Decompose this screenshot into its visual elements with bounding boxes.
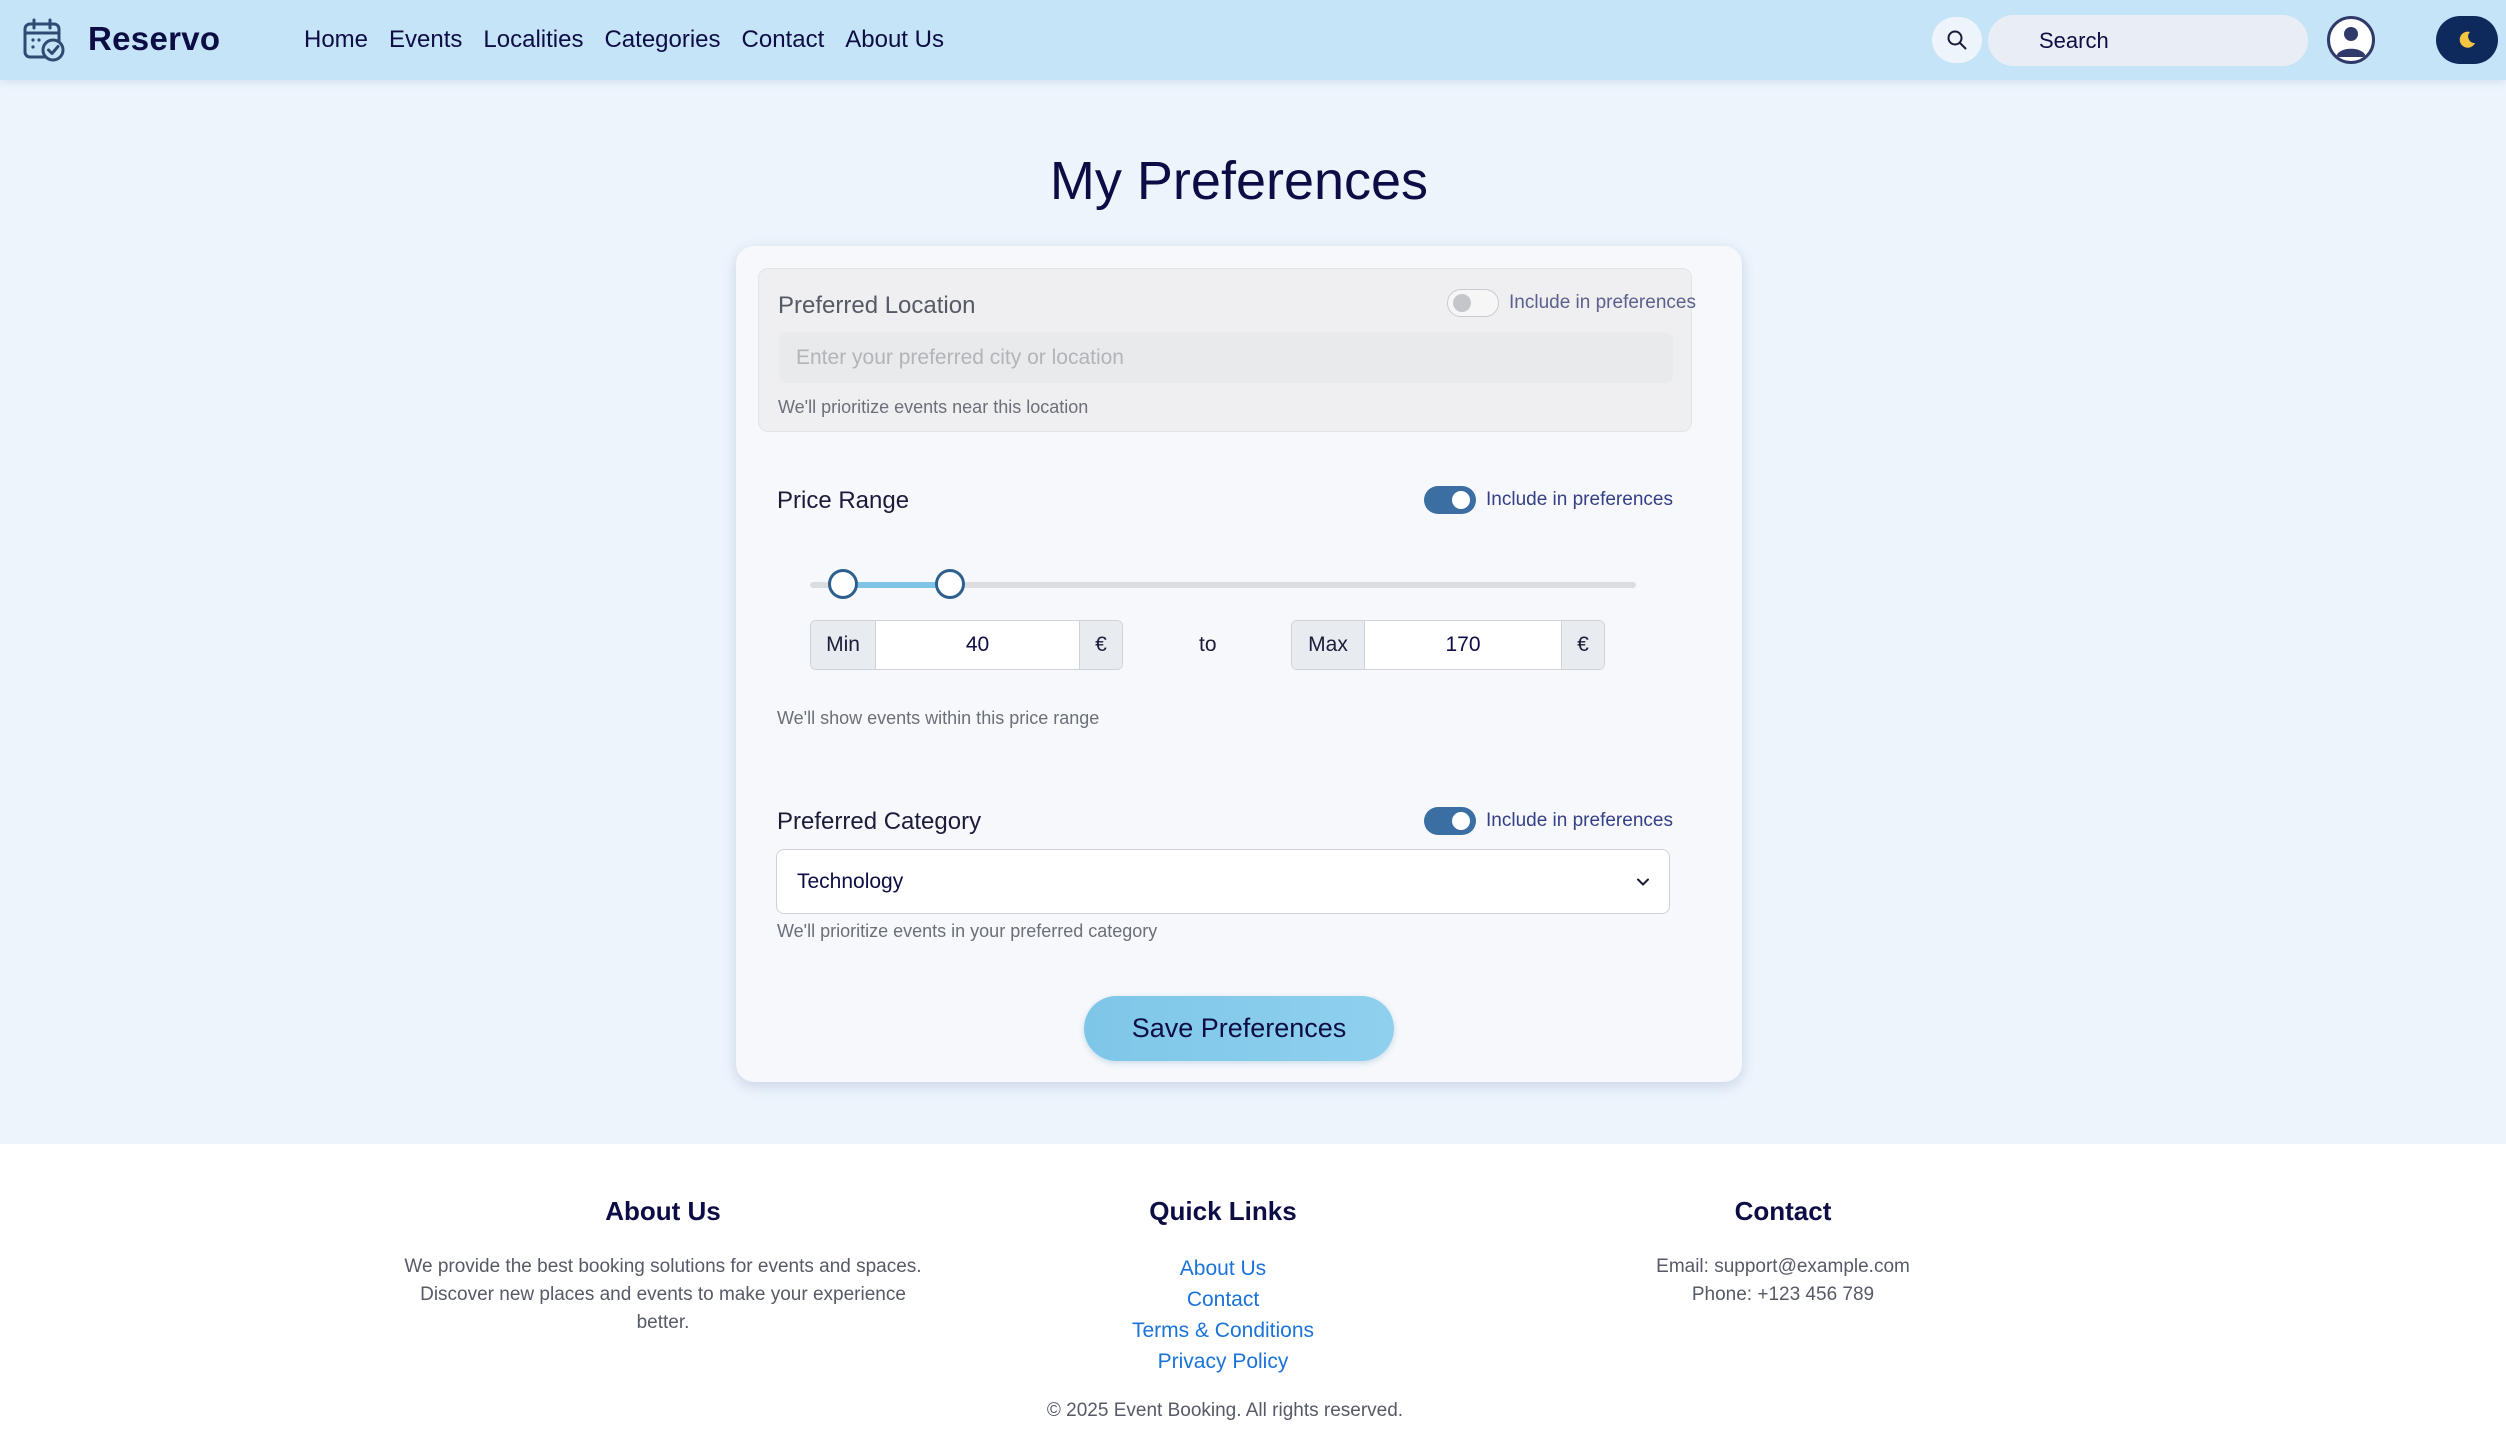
nav-link-home[interactable]: Home bbox=[304, 26, 368, 54]
footer-contact-email: Email: support@example.com bbox=[1656, 1256, 1910, 1277]
location-help-text: We'll prioritize events near this locati… bbox=[778, 397, 1089, 417]
main-nav: Home Events Localities Categories Contac… bbox=[304, 26, 965, 54]
calendar-check-icon[interactable] bbox=[22, 17, 66, 63]
toggle-knob bbox=[1453, 294, 1471, 312]
max-addon: Max bbox=[1292, 621, 1364, 669]
price-include-toggle[interactable]: Include in preferences bbox=[1424, 486, 1673, 514]
search-icon bbox=[1947, 30, 1967, 50]
location-include-label: Include in preferences bbox=[1509, 292, 1696, 313]
price-to-label: to bbox=[1199, 633, 1217, 656]
category-include-toggle[interactable]: Include in preferences bbox=[1424, 807, 1673, 835]
price-max-input[interactable]: 170 bbox=[1364, 621, 1562, 669]
footer-contact: Contact Email: support@example.com Phone… bbox=[1483, 1196, 2083, 1309]
footer-about-line: Discover new places and events to make y… bbox=[420, 1284, 906, 1305]
nav-link-events[interactable]: Events bbox=[389, 26, 462, 54]
toggle-knob bbox=[1452, 491, 1470, 509]
category-select[interactable]: Technology bbox=[776, 849, 1670, 914]
moon-icon bbox=[2459, 31, 2475, 48]
footer-quick-links-heading: Quick Links bbox=[1149, 1196, 1297, 1226]
price-range-slider[interactable] bbox=[810, 569, 1636, 599]
price-min-handle[interactable] bbox=[828, 569, 859, 599]
footer-about-line: better. bbox=[636, 1312, 690, 1333]
nav-link-contact[interactable]: Contact bbox=[742, 26, 825, 54]
search-button[interactable] bbox=[1932, 17, 1982, 63]
location-label: Preferred Location bbox=[778, 292, 976, 319]
category-include-label: Include in preferences bbox=[1486, 810, 1673, 831]
category-selected-value: Technology bbox=[797, 870, 904, 893]
price-range-fill bbox=[843, 582, 951, 588]
location-input[interactable]: Enter your preferred city or location bbox=[779, 332, 1673, 383]
page-title: My Preferences bbox=[1049, 151, 1429, 211]
price-help-text: We'll show events within this price rang… bbox=[777, 708, 1100, 728]
location-section: Preferred Location Include in preference… bbox=[758, 268, 1696, 432]
chevron-down-icon bbox=[1637, 878, 1649, 886]
category-help-text: We'll prioritize events in your preferre… bbox=[777, 921, 1158, 941]
save-preferences-button[interactable]: Save Preferences bbox=[1084, 996, 1394, 1061]
footer-about-heading: About Us bbox=[605, 1196, 721, 1226]
footer-link-privacy[interactable]: Privacy Policy bbox=[923, 1346, 1523, 1377]
price-toggle-switch[interactable] bbox=[1424, 486, 1476, 514]
min-currency-addon: € bbox=[1080, 621, 1122, 669]
min-addon: Min bbox=[811, 621, 875, 669]
top-navbar: Reservo Home Events Localities Categorie… bbox=[0, 0, 2506, 80]
price-min-input[interactable]: 40 bbox=[875, 621, 1080, 669]
category-label: Preferred Category bbox=[777, 808, 982, 835]
location-toggle-switch[interactable] bbox=[1447, 289, 1499, 317]
search-input[interactable]: Search bbox=[1988, 15, 2308, 66]
nav-link-localities[interactable]: Localities bbox=[483, 26, 583, 54]
price-max-handle[interactable] bbox=[935, 569, 966, 599]
footer-about-line: We provide the best booking solutions fo… bbox=[404, 1256, 922, 1277]
footer-contact-phone: Phone: +123 456 789 bbox=[1691, 1284, 1875, 1305]
price-max-group: Max 170 € bbox=[1291, 620, 1605, 670]
copyright-text: © 2025 Event Booking. All rights reserve… bbox=[1046, 1400, 1404, 1421]
footer-quick-links: Quick Links About Us Contact Terms & Con… bbox=[923, 1196, 1523, 1377]
user-avatar-button[interactable] bbox=[2327, 16, 2375, 64]
price-include-label: Include in preferences bbox=[1486, 489, 1673, 510]
footer-link-about-us[interactable]: About Us bbox=[923, 1253, 1523, 1284]
footer-link-terms[interactable]: Terms & Conditions bbox=[923, 1315, 1523, 1346]
footer: About Us We provide the best booking sol… bbox=[0, 1144, 2506, 1431]
brand-name[interactable]: Reservo bbox=[88, 20, 220, 58]
footer-about: About Us We provide the best booking sol… bbox=[363, 1196, 963, 1337]
max-currency-addon: € bbox=[1562, 621, 1604, 669]
preferences-card: Preferred Location Include in preference… bbox=[736, 246, 1742, 1082]
nav-link-about-us[interactable]: About Us bbox=[845, 26, 944, 54]
user-icon bbox=[2336, 27, 2366, 57]
price-min-group: Min 40 € bbox=[810, 620, 1123, 670]
footer-link-contact[interactable]: Contact bbox=[923, 1284, 1523, 1315]
location-include-toggle[interactable]: Include in preferences bbox=[1447, 289, 1696, 317]
theme-toggle-button[interactable] bbox=[2436, 16, 2498, 64]
footer-contact-heading: Contact bbox=[1734, 1196, 1832, 1226]
category-toggle-switch[interactable] bbox=[1424, 807, 1476, 835]
toggle-knob bbox=[1452, 812, 1470, 830]
price-label: Price Range bbox=[777, 487, 910, 514]
nav-link-categories[interactable]: Categories bbox=[604, 26, 720, 54]
